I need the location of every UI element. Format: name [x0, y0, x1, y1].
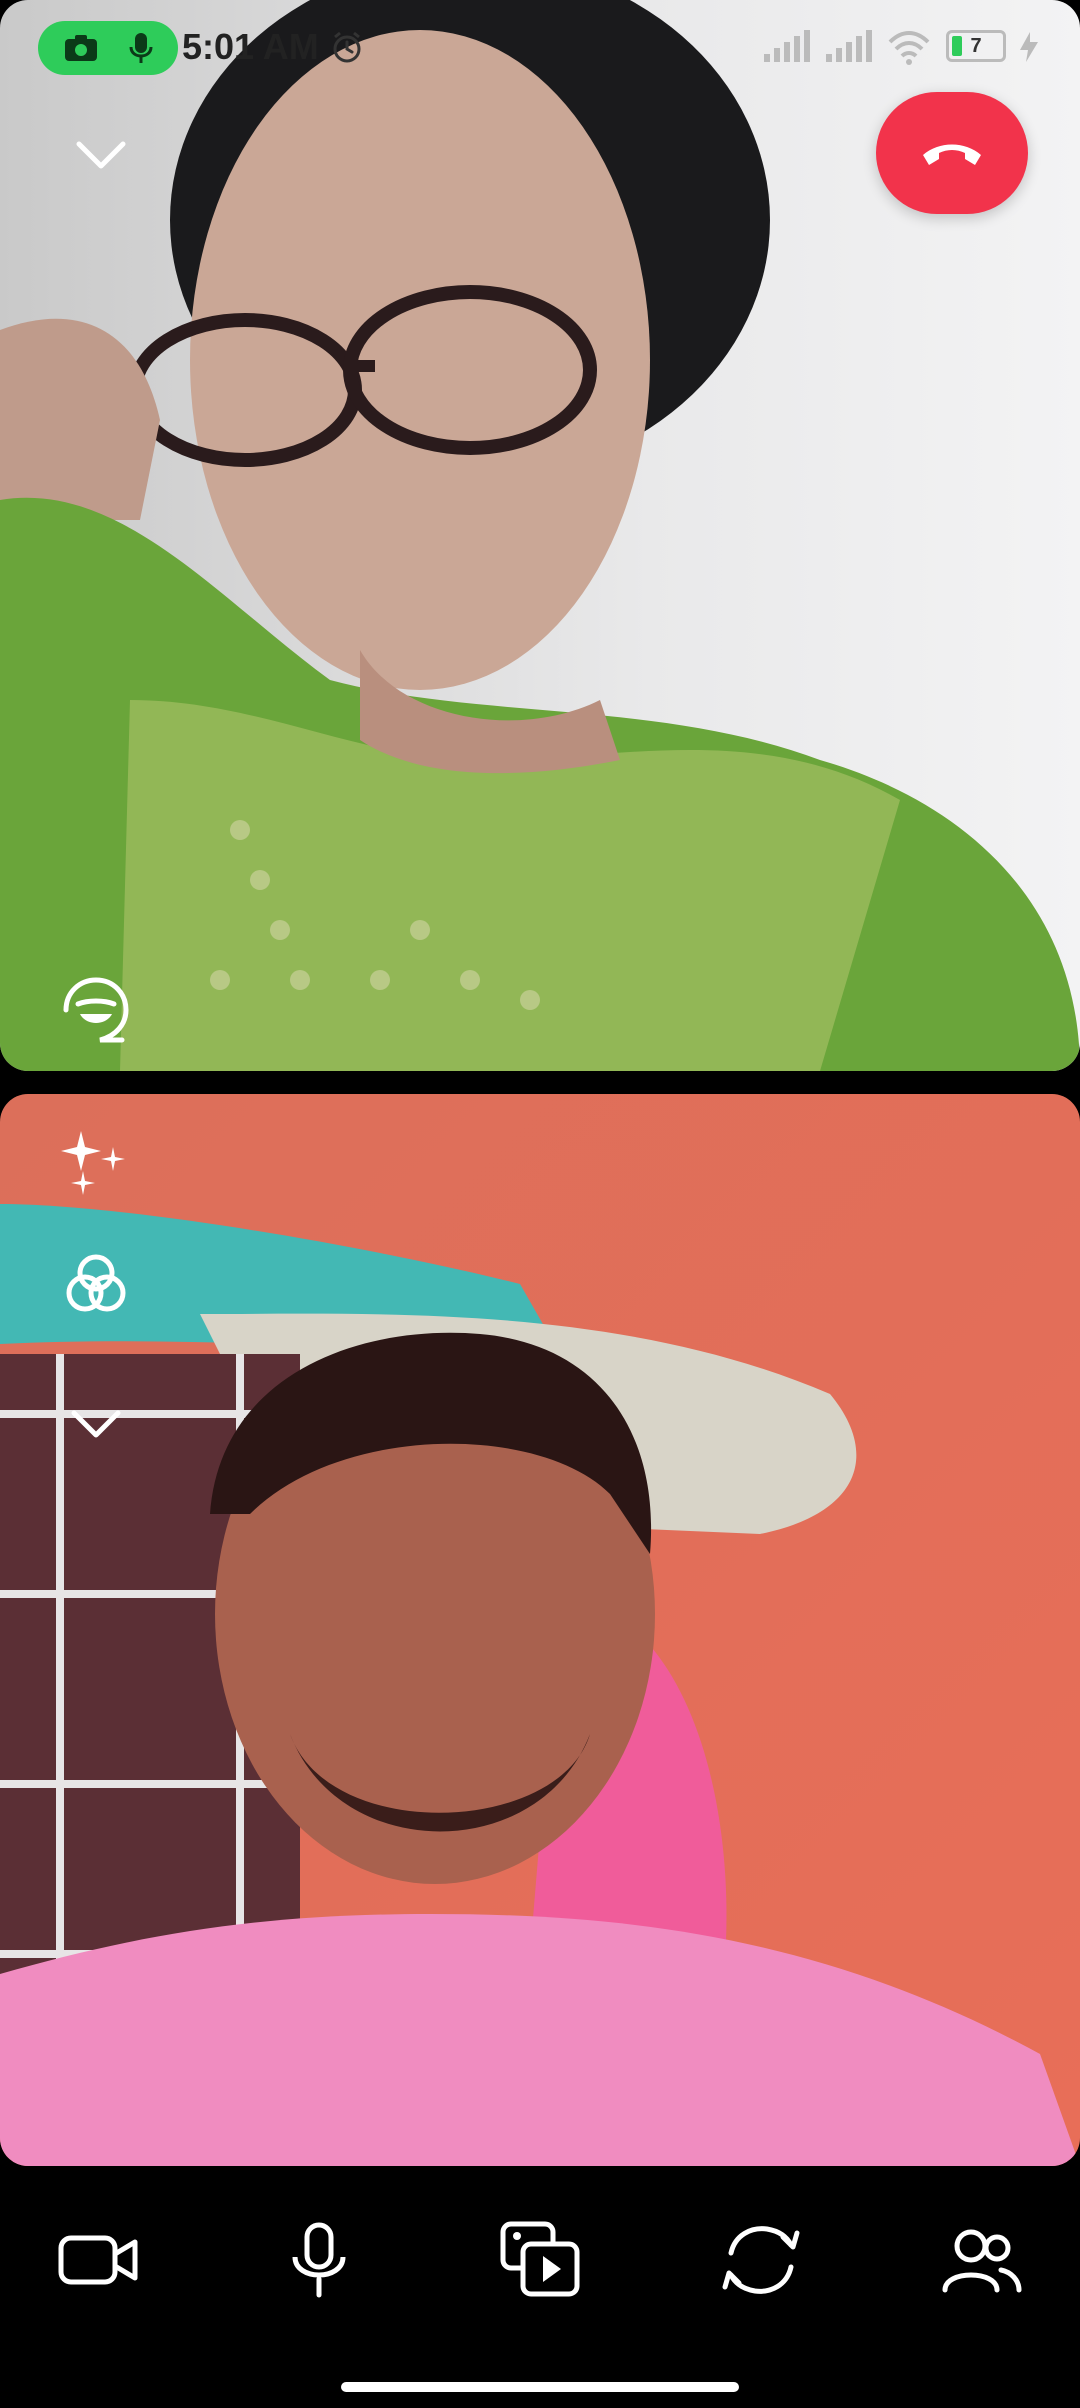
video-camera-icon — [58, 2235, 138, 2285]
stickers-button[interactable] — [56, 970, 136, 1050]
flip-camera-button[interactable] — [706, 2210, 816, 2310]
media-share-button[interactable] — [486, 2210, 596, 2310]
media-play-icon — [500, 2221, 580, 2297]
participants-button[interactable] — [926, 2210, 1036, 2310]
remote-video-tile[interactable] — [0, 0, 1080, 1071]
alarm-clock-icon — [333, 31, 361, 63]
local-video-feed — [0, 1094, 1080, 2166]
camera-indicator-icon — [65, 35, 97, 61]
charging-bolt-icon — [1020, 32, 1038, 62]
status-time: 5:01 AM — [182, 26, 319, 67]
end-call-icon — [923, 144, 981, 165]
chevron-down-icon — [76, 141, 126, 169]
wifi-icon — [888, 31, 930, 65]
effects-sparkle-icon — [61, 1131, 125, 1195]
home-indicator[interactable] — [341, 2382, 739, 2392]
filters-button[interactable] — [56, 1244, 136, 1324]
mic-indicator-icon — [129, 33, 153, 63]
recording-indicator-pill — [38, 21, 178, 75]
rotate-camera-icon — [722, 2226, 800, 2294]
collapse-chevron-button[interactable] — [66, 130, 136, 180]
battery-level: 7 — [970, 35, 982, 57]
filters-circles-icon — [66, 1254, 126, 1312]
end-call-button[interactable] — [876, 92, 1028, 214]
cell-signal-icon — [764, 30, 810, 62]
people-icon — [942, 2229, 1022, 2293]
cell-signal-2-icon — [826, 30, 872, 62]
mic-toggle-button[interactable] — [264, 2210, 374, 2310]
status-bar: 5:01 AM 7 — [0, 0, 1080, 96]
video-toggle-button[interactable] — [44, 2210, 154, 2310]
microphone-icon — [292, 2222, 346, 2298]
more-options-chevron-button[interactable] — [56, 1394, 136, 1454]
sticker-icon — [63, 977, 129, 1043]
battery-indicator: 7 — [946, 30, 1006, 62]
chevron-down-icon — [71, 1410, 121, 1438]
effects-button[interactable] — [56, 1120, 136, 1200]
local-video-tile[interactable] — [0, 1094, 1080, 2166]
